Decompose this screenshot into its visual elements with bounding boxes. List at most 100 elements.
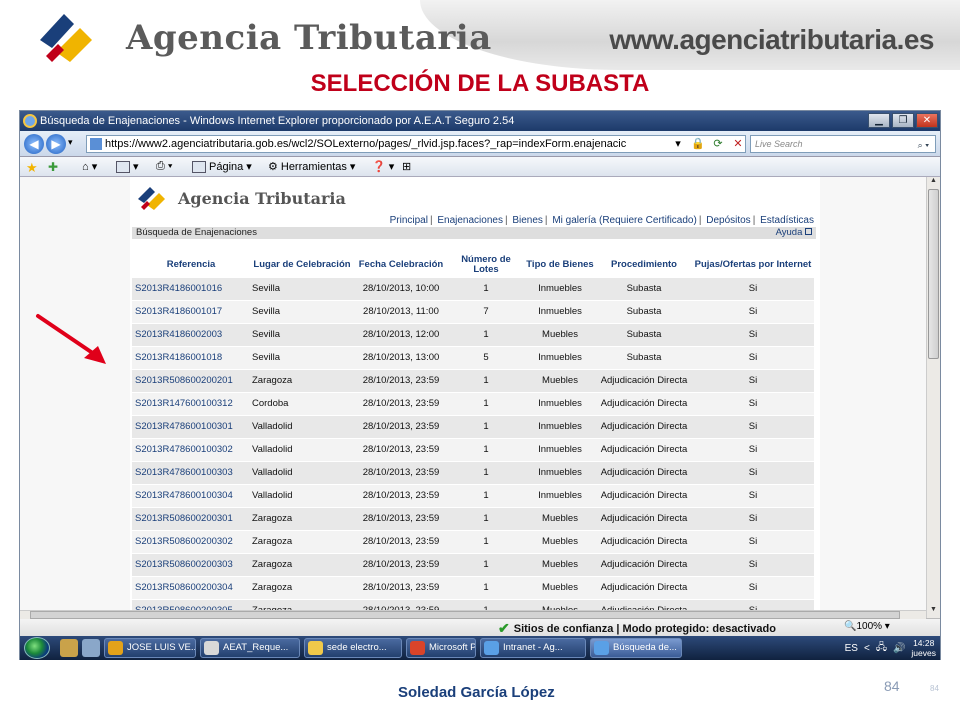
page-menu[interactable]: Página ▾ xyxy=(192,160,252,173)
start-button[interactable] xyxy=(24,637,50,659)
security-zone[interactable]: ✔ Sitios de confianza | Modo protegido: … xyxy=(498,620,776,637)
scroll-down-icon[interactable]: ▼ xyxy=(927,606,940,618)
network-icon[interactable]: 🖧 xyxy=(876,640,887,657)
results-table: Referencia Lugar de Celebración Fecha Ce… xyxy=(132,253,814,618)
taskbar-task[interactable]: AEAT_Reque... xyxy=(200,638,300,658)
help-link[interactable]: Ayuda xyxy=(776,227,812,239)
browser-window: Búsqueda de Enajenaciones - Windows Inte… xyxy=(19,110,941,660)
cell-referencia[interactable]: S2013R508600200201 xyxy=(132,368,250,392)
cell-lotes: 1 xyxy=(448,529,524,553)
scroll-up-icon[interactable]: ▲ xyxy=(927,177,940,189)
horizontal-scrollbar[interactable] xyxy=(20,610,926,619)
taskbar-task[interactable]: sede electro... xyxy=(304,638,402,658)
cell-lugar: Sevilla xyxy=(250,299,354,323)
taskbar: JOSE LUIS VE... AEAT_Reque... sede electro… xyxy=(20,636,940,660)
volume-icon[interactable]: 🔊 xyxy=(893,643,905,654)
cell-fecha: 28/10/2013, 23:59 xyxy=(354,460,448,484)
taskbar-task[interactable]: Microsoft P... xyxy=(406,638,476,658)
forward-arrow-icon[interactable]: ▶ xyxy=(46,134,66,154)
cell-referencia[interactable]: S2013R508600200303 xyxy=(132,552,250,576)
slide-title: SELECCIÓN DE LA SUBASTA xyxy=(310,70,650,97)
cell-fecha: 28/10/2013, 23:59 xyxy=(354,368,448,392)
cell-referencia[interactable]: S2013R478600100304 xyxy=(132,483,250,507)
vertical-scrollbar[interactable]: ▲ ▼ xyxy=(926,177,940,618)
cell-referencia[interactable]: S2013R478600100303 xyxy=(132,460,250,484)
language-indicator[interactable]: ES xyxy=(845,643,858,654)
scroll-thumb[interactable] xyxy=(928,189,939,359)
research-icon[interactable]: ⊞ xyxy=(402,160,411,173)
hscroll-thumb[interactable] xyxy=(30,611,900,619)
cell-referencia[interactable]: S2013R4186001017 xyxy=(132,299,250,323)
tools-menu[interactable]: ⚙ Herramientas ▾ xyxy=(268,160,355,174)
nav-principal[interactable]: Principal xyxy=(390,215,428,226)
home-icon[interactable]: ⌂ ▾ xyxy=(82,160,97,173)
cell-lotes: 1 xyxy=(448,391,524,415)
cell-lotes: 1 xyxy=(448,437,524,461)
cell-referencia[interactable]: S2013R508600200301 xyxy=(132,506,250,530)
close-button[interactable]: ✕ xyxy=(916,113,938,128)
maximize-button[interactable]: ❐ xyxy=(892,113,914,128)
cell-lotes: 1 xyxy=(448,552,524,576)
table-row: S2013R508600200304 Zaragoza 28/10/2013, 23… xyxy=(132,575,814,599)
lock-icon[interactable]: 🔒 xyxy=(690,136,706,152)
tray-expand-icon[interactable]: < xyxy=(864,643,870,654)
cell-referencia[interactable]: S2013R147600100312 xyxy=(132,391,250,415)
zoom-icon: 🔍 xyxy=(844,621,857,632)
url-input[interactable]: https://www2.agenciatributaria.gob.es/wc… xyxy=(86,135,746,153)
zoom-control[interactable]: 🔍100% ▾ xyxy=(844,621,890,632)
refresh-icon[interactable]: ⟳ xyxy=(710,136,726,152)
cell-lotes: 1 xyxy=(448,368,524,392)
cell-referencia[interactable]: S2013R4186001016 xyxy=(132,276,250,300)
nav-bienes[interactable]: Bienes xyxy=(512,215,543,226)
cell-referencia[interactable]: S2013R4186001018 xyxy=(132,345,250,369)
web-page: Agencia Tributaria Principal | Enajenacio… xyxy=(130,177,820,618)
search-icon[interactable]: ⌕ ▾ xyxy=(918,137,929,153)
cell-referencia[interactable]: S2013R508600200302 xyxy=(132,529,250,553)
cell-referencia[interactable]: S2013R478600100301 xyxy=(132,414,250,438)
cell-referencia[interactable]: S2013R478600100302 xyxy=(132,437,250,461)
nav-enajenaciones[interactable]: Enajenaciones xyxy=(437,215,503,226)
quick-launch-icon[interactable] xyxy=(82,639,100,657)
window-controls: ▁ ❐ ✕ xyxy=(868,113,938,128)
feeds-icon[interactable]: ▾ xyxy=(116,160,139,173)
nav-mi-galeria[interactable]: Mi galería (Requiere Certificado) xyxy=(552,215,697,226)
cell-pujas: Si xyxy=(692,552,814,576)
tools-menu-label: Herramientas xyxy=(280,160,347,173)
taskbar-task-label: Microsoft P... xyxy=(429,642,476,653)
stop-icon[interactable]: ✕ xyxy=(730,136,746,152)
window-icon xyxy=(204,641,219,655)
table-row: S2013R508600200201 Zaragoza 28/10/2013, 23… xyxy=(132,368,814,392)
checkmark-icon: ✔ xyxy=(498,620,510,636)
back-arrow-icon[interactable]: ◀ xyxy=(24,134,44,154)
cell-pujas: Si xyxy=(692,437,814,461)
table-row: S2013R4186001016 Sevilla 28/10/2013, 10:00… xyxy=(132,276,814,300)
quick-launch-icon[interactable] xyxy=(60,639,78,657)
clock[interactable]: 14:28 jueves xyxy=(911,638,936,658)
url-dropdown-icon[interactable]: ▾ xyxy=(670,136,686,152)
cell-lugar: Valladolid xyxy=(250,460,354,484)
cell-referencia[interactable]: S2013R508600200304 xyxy=(132,575,250,599)
cell-procedimiento: Subasta xyxy=(596,276,692,300)
minimize-button[interactable]: ▁ xyxy=(868,113,890,128)
slide-brand: Agencia Tributaria xyxy=(126,18,492,58)
nav-depositos[interactable]: Depósitos xyxy=(706,215,750,226)
favorites-star-icon[interactable]: ★ xyxy=(26,160,38,176)
cell-fecha: 28/10/2013, 10:00 xyxy=(354,276,448,300)
history-dropdown-icon[interactable]: ▾ xyxy=(68,137,73,148)
page-menu-icon xyxy=(192,160,206,173)
table-row: S2013R4186002003 Sevilla 28/10/2013, 12:00… xyxy=(132,322,814,346)
print-icon[interactable]: ⎙ ▾ xyxy=(156,160,172,173)
site-logo-icon xyxy=(138,187,165,210)
folder-icon xyxy=(308,641,323,655)
clock-day: jueves xyxy=(911,648,936,658)
cell-tipo: Muebles xyxy=(524,506,596,530)
cell-fecha: 28/10/2013, 23:59 xyxy=(354,506,448,530)
search-input[interactable]: Live Search ⌕ ▾ xyxy=(750,135,936,153)
help-icon[interactable]: ❓ ▾ xyxy=(372,160,394,173)
taskbar-task[interactable]: Intranet - Ag... xyxy=(480,638,586,658)
nav-estadisticas[interactable]: Estadísticas xyxy=(760,215,814,226)
cell-referencia[interactable]: S2013R4186002003 xyxy=(132,322,250,346)
taskbar-task[interactable]: Búsqueda de... xyxy=(590,638,682,658)
add-favorites-icon[interactable]: ✚ xyxy=(48,160,58,174)
taskbar-task[interactable]: JOSE LUIS VE... xyxy=(104,638,196,658)
